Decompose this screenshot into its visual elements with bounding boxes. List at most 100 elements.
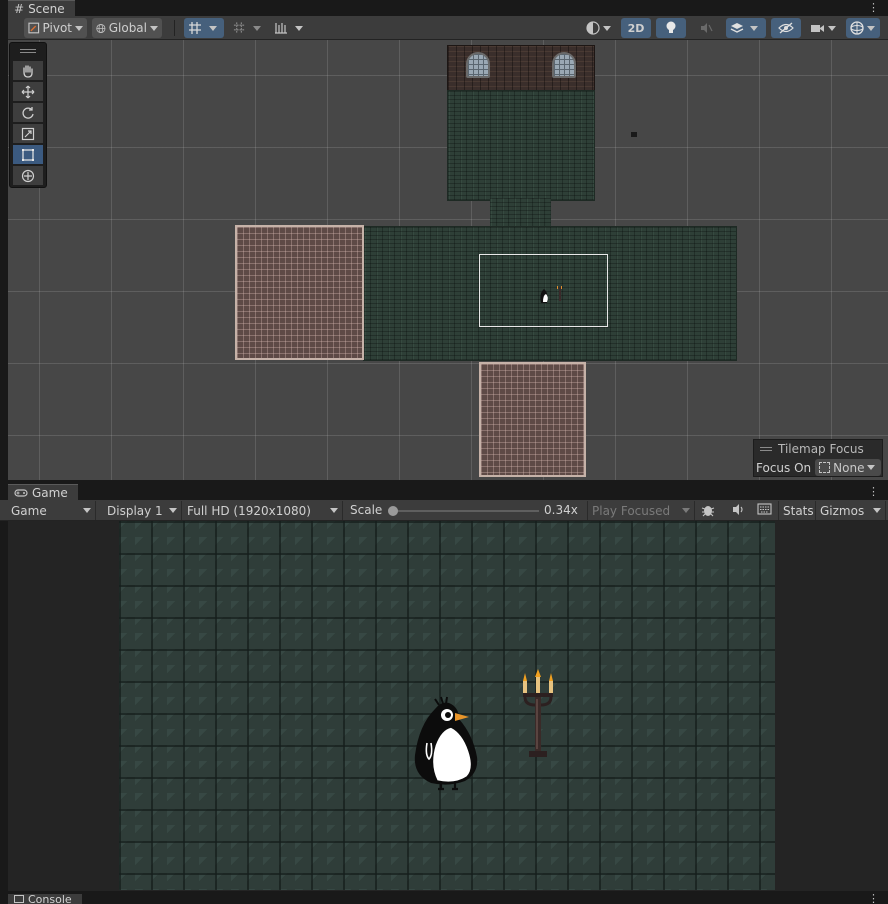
play-focused-select[interactable]: Play Focused — [587, 501, 695, 520]
scale-label: Scale — [350, 503, 383, 517]
gizmo-globe-icon — [850, 21, 864, 35]
shading-mode-dropdown[interactable] — [582, 18, 616, 38]
chevron-down-icon — [603, 25, 611, 31]
move-tool-button[interactable] — [13, 82, 43, 102]
console-tab-menu-icon[interactable]: ⋮ — [868, 892, 879, 904]
scene-camera-dropdown[interactable] — [806, 18, 844, 38]
incremental-snap-button[interactable] — [229, 18, 265, 38]
gamepad-icon — [14, 488, 28, 497]
layers-effects-icon — [730, 23, 744, 33]
game-viewport[interactable] — [8, 521, 888, 891]
transform-tool-icon — [21, 169, 35, 182]
2d-mode-label: 2D — [627, 21, 645, 35]
2d-mode-toggle[interactable]: 2D — [621, 18, 651, 38]
scene-penguin-sprite[interactable] — [537, 285, 567, 305]
scale-tool-icon — [21, 127, 35, 140]
game-render-canvas[interactable] — [119, 521, 775, 890]
rotate-tool-icon — [22, 106, 34, 119]
console-tab[interactable]: Console — [8, 894, 82, 904]
gizmos-toggle[interactable]: Gizmos — [816, 501, 886, 520]
scene-toolbar: Pivot Global 2D — [8, 16, 888, 40]
pivot-dropdown[interactable]: Pivot — [24, 18, 87, 38]
scale-slider-thumb[interactable] — [388, 506, 398, 516]
chevron-down-icon — [682, 508, 690, 513]
focus-on-row: Focus On None — [756, 459, 882, 476]
scene-tab[interactable]: # Scene — [8, 0, 75, 16]
rotate-tool-button[interactable] — [13, 103, 43, 123]
stats-button[interactable]: Stats — [778, 501, 816, 520]
chevron-down-icon — [330, 508, 338, 513]
video-camera-icon — [811, 24, 824, 32]
focus-on-value: None — [833, 460, 865, 475]
arched-window-icon — [466, 52, 490, 78]
audio-toggle[interactable] — [691, 18, 721, 38]
lightbulb-icon — [666, 21, 676, 33]
keyboard-icon — [757, 503, 772, 515]
hand-tool-icon — [23, 64, 33, 78]
grid-snapping-button[interactable] — [184, 18, 224, 38]
drag-handle-icon[interactable] — [20, 49, 36, 53]
resolution-value: Full HD (1920x1080) — [187, 503, 311, 518]
display-value: Display 1 — [107, 503, 163, 518]
penguin-character[interactable] — [411, 695, 481, 791]
rect-tool-button[interactable] — [13, 145, 43, 165]
speaker-icon — [733, 504, 743, 515]
display-select[interactable]: Display 1 — [103, 501, 182, 520]
bug-icon — [701, 506, 715, 517]
shortcuts-button[interactable] — [757, 503, 772, 518]
scene-tab-bar: # Scene ⋮ — [0, 0, 888, 16]
scene-tab-menu-icon[interactable]: ⋮ — [868, 1, 879, 14]
bottom-room-floor — [479, 362, 586, 477]
chevron-down-icon — [750, 25, 758, 31]
audio-muted-icon — [701, 23, 713, 33]
game-tab-bar: Game ⋮ — [0, 484, 888, 500]
gizmos-dropdown[interactable] — [846, 18, 880, 38]
chevron-down-icon — [867, 25, 875, 31]
chevron-down-icon — [150, 25, 158, 31]
grid-snap-icon — [189, 22, 201, 34]
candelabra-object[interactable] — [517, 669, 559, 763]
chevron-down-icon — [209, 25, 217, 31]
scale-slider-track[interactable] — [393, 510, 539, 512]
chevron-down-icon — [828, 25, 836, 31]
effects-toggle[interactable] — [726, 18, 766, 38]
transform-tool-button[interactable] — [13, 166, 43, 186]
game-tab-label: Game — [32, 485, 68, 500]
left-room-floor — [235, 225, 364, 360]
gizmos-label: Gizmos — [820, 503, 865, 518]
frame-debugger-button[interactable] — [701, 503, 715, 520]
chevron-down-icon — [295, 25, 303, 31]
chevron-down-icon — [867, 465, 876, 470]
rect-tool-icon — [22, 148, 34, 161]
global-label: Global — [108, 21, 147, 35]
scene-visibility-toggle[interactable] — [771, 18, 801, 38]
scene-tab-label: Scene — [28, 1, 65, 16]
global-dropdown[interactable]: Global — [92, 18, 162, 38]
lighting-toggle[interactable] — [656, 18, 686, 38]
console-tab-bar: Console ⋮ — [0, 892, 888, 904]
chevron-down-icon — [253, 25, 261, 31]
scale-tool-button[interactable] — [13, 124, 43, 144]
tilemap-focus-title[interactable]: Tilemap Focus — [760, 442, 864, 456]
game-tab[interactable]: Game — [8, 484, 78, 500]
play-focused-value: Play Focused — [592, 503, 671, 518]
eye-slash-icon — [778, 22, 794, 34]
top-corridor — [490, 198, 551, 228]
small-object-marker — [631, 132, 637, 137]
focus-on-dropdown[interactable]: None — [815, 459, 882, 476]
resolution-select[interactable]: Full HD (1920x1080) — [183, 501, 343, 520]
stats-label: Stats — [783, 503, 814, 518]
game-tab-menu-icon[interactable]: ⋮ — [868, 485, 879, 498]
chevron-down-icon — [75, 25, 83, 31]
globe-icon — [96, 23, 106, 33]
toolbar-divider — [174, 20, 175, 36]
console-icon — [14, 895, 24, 903]
align-toolbar-button[interactable] — [270, 18, 310, 38]
hand-tool-button[interactable] — [13, 61, 43, 81]
scene-viewport[interactable] — [8, 40, 888, 480]
scale-value: 0.34x — [544, 503, 578, 517]
mute-audio-button[interactable] — [731, 503, 746, 519]
grid-hash-icon: # — [14, 1, 25, 16]
chevron-down-icon — [83, 508, 91, 513]
game-view-select[interactable]: Game — [7, 501, 96, 520]
